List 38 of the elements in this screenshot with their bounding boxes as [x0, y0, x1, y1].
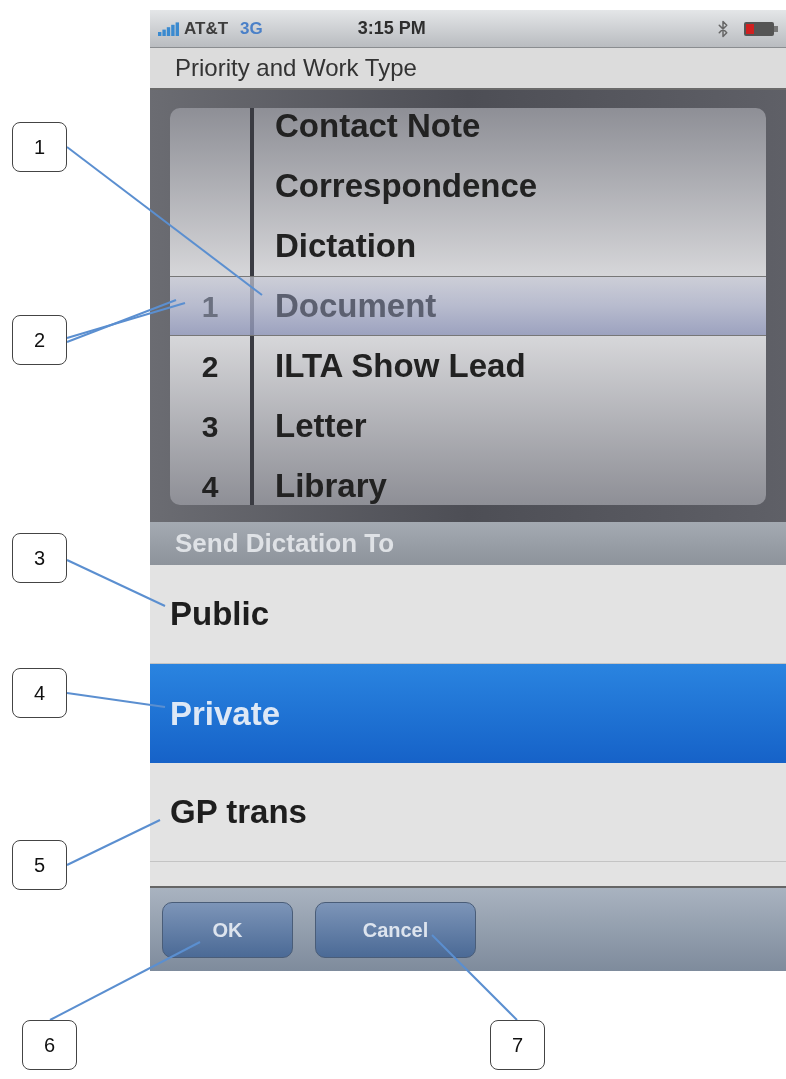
picker-label: Library [275, 466, 387, 505]
picker-label: ILTA Show Lead [275, 346, 526, 387]
destination-label: GP trans [170, 792, 307, 833]
callout-label: 5 [12, 840, 67, 890]
picker-row[interactable]: 3 Letter [170, 396, 766, 456]
row-number: 3 [201, 408, 219, 445]
row-number: 1 [201, 288, 219, 325]
destination-label: Private [170, 693, 281, 734]
battery-icon [744, 20, 778, 37]
clock-time: 3:15 PM [357, 17, 426, 40]
picker-wheel[interactable]: Contact Note Correspondence Dictation 1 Document 2 ILTA Show Lead 3 Letter 4 Library [170, 108, 766, 505]
signal-icon [158, 21, 180, 36]
network-type: 3G [240, 17, 263, 40]
picker-label: Contact Note [275, 108, 481, 147]
picker-row[interactable]: Contact Note [170, 108, 766, 156]
row-number: 2 [201, 348, 219, 385]
carrier-name: AT&T [184, 17, 229, 40]
callout-label: 7 [490, 1020, 545, 1070]
picker-label: Document [275, 286, 437, 327]
destination-row[interactable]: Public [150, 565, 786, 664]
picker-row[interactable]: 2 ILTA Show Lead [170, 336, 766, 396]
picker-row[interactable]: 4 Library [170, 456, 766, 505]
destination-label: Public [170, 594, 270, 635]
destination-row[interactable]: Private [150, 664, 786, 763]
callout-label: 3 [12, 533, 67, 583]
callout-label: 1 [12, 122, 67, 172]
screen-title: Priority and Work Type [175, 53, 417, 83]
picker-row[interactable]: Dictation [170, 216, 766, 276]
callout-label: 6 [22, 1020, 77, 1070]
row-number: 4 [201, 468, 219, 505]
destination-row[interactable]: GP trans [150, 763, 786, 862]
picker-label: Dictation [275, 226, 417, 267]
picker-label: Letter [275, 406, 367, 447]
section-title: Send Dictation To [175, 527, 395, 560]
picker-row[interactable]: Correspondence [170, 156, 766, 216]
callout-label: 2 [12, 315, 67, 365]
callout-label: 4 [12, 668, 67, 718]
picker-label: Correspondence [275, 166, 538, 207]
